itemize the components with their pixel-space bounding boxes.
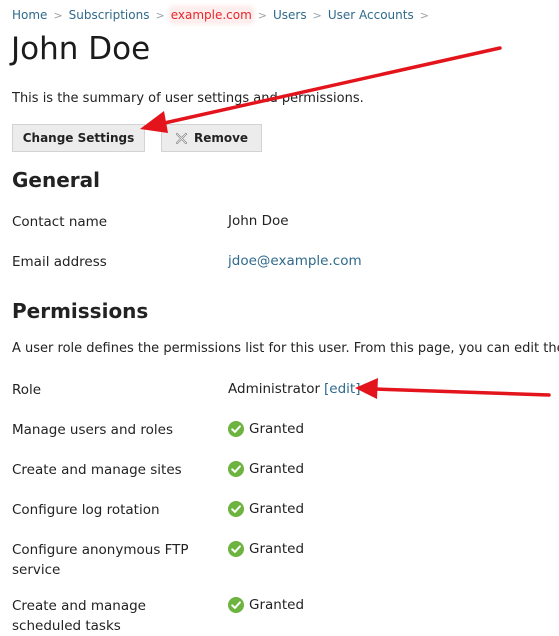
permission-value: Granted [228,595,304,615]
arrow-to-edit-link [355,378,551,399]
page-summary: This is the summary of user settings and… [12,91,364,106]
breadcrumb-domain[interactable]: example.com [170,8,252,22]
role-text: Administrator [228,381,321,397]
email-value: jdoe@example.com [228,251,362,271]
check-circle-icon [228,541,244,557]
change-settings-label: Change Settings [22,131,135,145]
role-value: Administrator [edit] [228,379,360,399]
permission-value: Granted [228,539,304,559]
role-edit-link[interactable]: [edit] [324,379,360,399]
change-settings-button[interactable]: Change Settings [12,124,145,152]
breadcrumb-user-accounts[interactable]: User Accounts [328,8,414,22]
permission-label: Configure log rotation [12,502,160,518]
remove-icon [175,132,188,145]
breadcrumb-users[interactable]: Users [273,8,307,22]
email-label: Email address [12,254,107,270]
permissions-description: A user role defines the permissions list… [12,341,559,356]
check-circle-icon [228,461,244,477]
permission-value: Granted [228,459,304,479]
role-label: Role [12,382,42,398]
general-section-title: General [12,168,100,192]
breadcrumb-home[interactable]: Home [12,8,47,22]
email-link[interactable]: jdoe@example.com [228,251,362,271]
permission-label: Create and manage sites [12,462,182,478]
permission-status: Granted [249,501,305,517]
chevron-right-icon: > [53,8,63,22]
permission-status: Granted [249,597,305,613]
contact-name-label: Contact name [12,214,108,230]
permission-status: Granted [249,421,305,437]
check-circle-icon [228,597,244,613]
permission-label: Create and manage scheduled tasks [12,598,146,634]
permission-label: Configure anonymous FTP service [12,542,189,578]
chevron-right-icon: > [419,8,429,22]
permission-status: Granted [249,541,305,557]
contact-name-text: John Doe [228,213,289,229]
breadcrumb-subscriptions[interactable]: Subscriptions [69,8,150,22]
chevron-right-icon: > [257,8,267,22]
chevron-right-icon: > [312,8,322,22]
chevron-right-icon: > [155,8,165,22]
permission-value: Granted [228,419,304,439]
contact-name-value: John Doe [228,211,289,231]
remove-label: Remove [193,131,249,145]
breadcrumb: Home > Subscriptions > example.com > Use… [12,8,435,22]
check-circle-icon [228,421,244,437]
permissions-section-title: Permissions [12,299,149,323]
remove-button[interactable]: Remove [161,124,262,152]
permission-status: Granted [249,461,305,477]
page-title: John Doe [11,31,151,67]
permission-label: Manage users and roles [12,422,173,438]
permission-value: Granted [228,499,304,519]
check-circle-icon [228,501,244,517]
